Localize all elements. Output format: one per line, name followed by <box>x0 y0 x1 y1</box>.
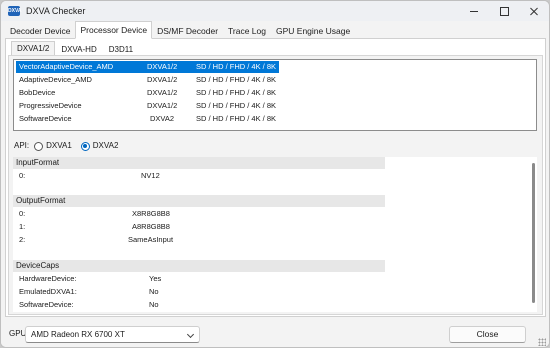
list-item[interactable]: VectorAdaptiveDevice_AMD DXVA1/2 SD / HD… <box>16 61 536 73</box>
close-icon[interactable] <box>519 1 549 21</box>
footer-bar: GPU: AMD Radeon RX 6700 XT Close <box>1 319 549 347</box>
property-grid: InputFormat 0: NV12 OutputFormat 0: X8R8… <box>13 157 537 312</box>
processor-device-panel: DXVA1/2 DXVA-HD D3D11 VectorAdaptiveDevi… <box>5 38 546 317</box>
property-value: X8R8G8B8 <box>132 209 170 218</box>
property-value: No <box>149 287 159 296</box>
property-key: 0: <box>19 171 26 180</box>
chevron-down-icon <box>186 330 195 339</box>
tab-processor-device[interactable]: Processor Device <box>75 21 153 39</box>
property-value: No <box>149 300 159 309</box>
property-key: EmulatedDXVA1: <box>19 287 77 296</box>
list-item[interactable]: ProgressiveDevice DXVA1/2 SD / HD / FHD … <box>16 100 536 112</box>
property-row: HardwareDevice: Yes <box>13 273 393 285</box>
device-formats: SD / HD / FHD / 4K / 8K <box>196 62 277 71</box>
tab-trace-log[interactable]: Trace Log <box>223 23 271 39</box>
property-row: EmulatedDXVA1: No <box>13 286 393 298</box>
tab-decoder-device[interactable]: Decoder Device <box>5 23 75 39</box>
property-row: 0: X8R8G8B8 <box>13 208 393 220</box>
gpu-selected-value: AMD Radeon RX 6700 XT <box>31 330 125 339</box>
list-item[interactable]: BobDevice DXVA1/2 SD / HD / FHD / 4K / 8… <box>16 87 536 99</box>
device-name: VectorAdaptiveDevice_AMD <box>19 62 114 71</box>
property-key: 1: <box>19 222 26 231</box>
device-formats: SD / HD / FHD / 4K / 8K <box>196 88 277 97</box>
minimize-icon[interactable] <box>459 1 489 21</box>
property-row: 0: NV12 <box>13 170 393 182</box>
device-formats: SD / HD / FHD / 4K / 8K <box>196 75 277 84</box>
list-item[interactable]: AdaptiveDevice_AMD DXVA1/2 SD / HD / FHD… <box>16 74 536 86</box>
property-row: 2: SameAsInput <box>13 234 393 246</box>
property-value: Yes <box>149 274 162 283</box>
group-device-caps: DeviceCaps <box>13 260 385 272</box>
api-sub-tabs: DXVA1/2 DXVA-HD D3D11 <box>11 41 139 56</box>
api-label: API: <box>14 141 30 150</box>
device-list[interactable]: VectorAdaptiveDevice_AMD DXVA1/2 SD / HD… <box>13 59 537 131</box>
device-name: AdaptiveDevice_AMD <box>19 75 92 84</box>
vertical-scrollbar[interactable] <box>532 163 535 303</box>
device-api: DXVA2 <box>150 114 175 123</box>
tab-gpu-engine-usage[interactable]: GPU Engine Usage <box>271 23 355 39</box>
tab-dxva1-2[interactable]: DXVA1/2 <box>11 41 56 56</box>
property-key: 0: <box>19 209 26 218</box>
api-selector: API: DXVA1 DXVA2 <box>14 140 118 152</box>
property-key: SoftwareDevice: <box>19 300 74 309</box>
app-icon: DXVA <box>8 6 22 16</box>
property-value: SameAsInput <box>128 235 174 244</box>
group-output-format: OutputFormat <box>13 195 385 207</box>
property-value: NV12 <box>141 171 160 180</box>
radio-dxva1[interactable] <box>34 141 44 151</box>
radio-dxva2-label[interactable]: DXVA2 <box>93 140 119 152</box>
gpu-select[interactable]: AMD Radeon RX 6700 XT <box>25 326 200 343</box>
radio-dxva2[interactable] <box>80 141 90 151</box>
property-key: HardwareDevice: <box>19 274 77 283</box>
group-input-format: InputFormat <box>13 157 385 169</box>
dxva-checker-window: DXVA DXVA Checker Decoder Device Process… <box>0 0 550 348</box>
device-api: DXVA1/2 <box>147 75 178 84</box>
property-value: A8R8G8B8 <box>132 222 170 231</box>
device-api: DXVA1/2 <box>147 62 178 71</box>
list-item[interactable]: SoftwareDevice DXVA2 SD / HD / FHD / 4K … <box>16 113 536 125</box>
dxva1-2-panel: VectorAdaptiveDevice_AMD DXVA1/2 SD / HD… <box>8 55 543 315</box>
device-api: DXVA1/2 <box>147 88 178 97</box>
main-tabs: Decoder Device Processor Device DS/MF De… <box>5 21 355 39</box>
device-name: ProgressiveDevice <box>19 101 82 110</box>
maximize-icon[interactable] <box>489 1 519 21</box>
device-formats: SD / HD / FHD / 4K / 8K <box>196 101 277 110</box>
device-api: DXVA1/2 <box>147 101 178 110</box>
property-row: SoftwareDevice: No <box>13 299 393 311</box>
device-name: BobDevice <box>19 88 56 97</box>
title-bar: DXVA DXVA Checker <box>1 1 549 21</box>
window-title: DXVA Checker <box>26 6 86 16</box>
device-formats: SD / HD / FHD / 4K / 8K <box>196 114 277 123</box>
property-key: 2: <box>19 235 26 244</box>
device-name: SoftwareDevice <box>19 114 72 123</box>
resize-grip-icon[interactable] <box>538 338 546 346</box>
close-button[interactable]: Close <box>449 326 526 343</box>
property-row: 1: A8R8G8B8 <box>13 221 393 233</box>
tab-ds-mf-decoder[interactable]: DS/MF Decoder <box>152 23 223 39</box>
radio-dxva1-label[interactable]: DXVA1 <box>46 140 72 152</box>
